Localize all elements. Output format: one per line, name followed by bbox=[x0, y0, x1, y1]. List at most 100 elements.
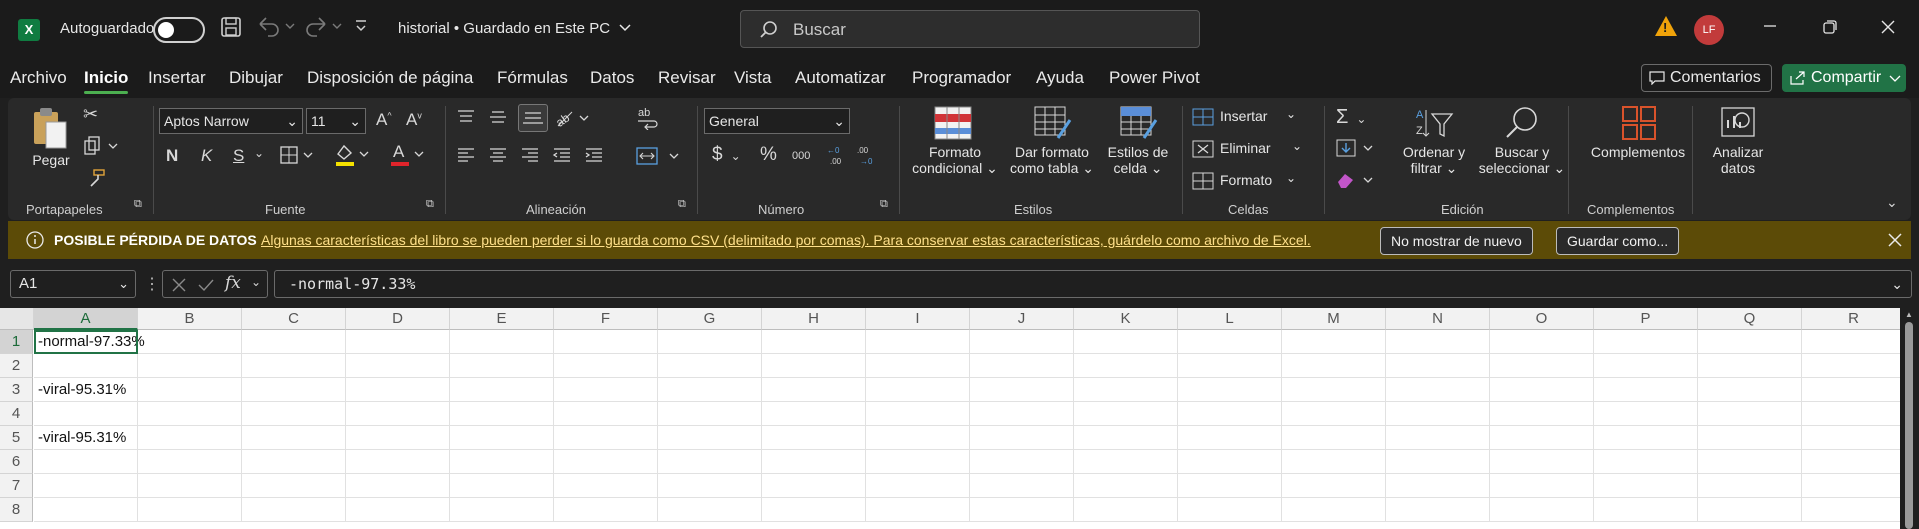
menu-ayuda[interactable]: Ayuda bbox=[1036, 68, 1084, 88]
cell-g1[interactable] bbox=[658, 330, 762, 354]
cell-a2[interactable] bbox=[34, 354, 138, 378]
dont-show-again-button[interactable]: No mostrar de nuevo bbox=[1380, 227, 1533, 255]
cell-f8[interactable] bbox=[554, 498, 658, 522]
cancel-icon[interactable] bbox=[171, 277, 187, 293]
cell-h4[interactable] bbox=[762, 402, 866, 426]
menu-vista[interactable]: Vista bbox=[734, 68, 772, 88]
autosum-icon[interactable]: Σ ⌄ bbox=[1336, 106, 1366, 129]
menu-datos[interactable]: Datos bbox=[590, 68, 634, 88]
column-header-a[interactable]: A bbox=[34, 308, 138, 330]
cell-j1[interactable] bbox=[970, 330, 1074, 354]
autosave-toggle[interactable] bbox=[153, 17, 205, 43]
cell-e2[interactable] bbox=[450, 354, 554, 378]
column-header-q[interactable]: Q bbox=[1698, 308, 1802, 330]
cell-r3[interactable] bbox=[1802, 378, 1906, 402]
cell-f6[interactable] bbox=[554, 450, 658, 474]
cell-r7[interactable] bbox=[1802, 474, 1906, 498]
menu-automatizar[interactable]: Automatizar bbox=[795, 68, 886, 88]
scrollbar-thumb[interactable] bbox=[1905, 322, 1913, 529]
cell-c1[interactable] bbox=[242, 330, 346, 354]
cell-m2[interactable] bbox=[1282, 354, 1386, 378]
name-box[interactable]: A1 ⌄ bbox=[10, 270, 136, 298]
search-box[interactable]: Buscar bbox=[740, 10, 1200, 48]
cell-k6[interactable] bbox=[1074, 450, 1178, 474]
cell-d8[interactable] bbox=[346, 498, 450, 522]
cell-p6[interactable] bbox=[1594, 450, 1698, 474]
cell-r5[interactable] bbox=[1802, 426, 1906, 450]
menu-power-pivot[interactable]: Power Pivot bbox=[1109, 68, 1200, 88]
currency-icon[interactable]: $ ⌄ bbox=[712, 144, 741, 166]
cut-icon[interactable]: ✂ bbox=[83, 104, 98, 125]
cell-b6[interactable] bbox=[138, 450, 242, 474]
column-header-k[interactable]: K bbox=[1074, 308, 1178, 330]
align-right-icon[interactable] bbox=[520, 146, 540, 169]
cell-r2[interactable] bbox=[1802, 354, 1906, 378]
cell-i3[interactable] bbox=[866, 378, 970, 402]
cell-g6[interactable] bbox=[658, 450, 762, 474]
cell-e5[interactable] bbox=[450, 426, 554, 450]
cell-m3[interactable] bbox=[1282, 378, 1386, 402]
cell-j7[interactable] bbox=[970, 474, 1074, 498]
cell-b4[interactable] bbox=[138, 402, 242, 426]
cell-h5[interactable] bbox=[762, 426, 866, 450]
cell-r6[interactable] bbox=[1802, 450, 1906, 474]
copy-icon[interactable] bbox=[83, 136, 119, 161]
cell-i4[interactable] bbox=[866, 402, 970, 426]
warning-icon[interactable]: ! bbox=[1655, 16, 1677, 36]
cell-e8[interactable] bbox=[450, 498, 554, 522]
analyze-data-button[interactable]: Analizar datos bbox=[1698, 106, 1778, 176]
cell-d6[interactable] bbox=[346, 450, 450, 474]
cell-p2[interactable] bbox=[1594, 354, 1698, 378]
menu-dibujar[interactable]: Dibujar bbox=[229, 68, 283, 88]
cell-i6[interactable] bbox=[866, 450, 970, 474]
row-header-1[interactable]: 1 bbox=[0, 330, 33, 354]
row-header-6[interactable]: 6 bbox=[0, 450, 33, 474]
cell-c7[interactable] bbox=[242, 474, 346, 498]
find-select-button[interactable]: Buscar y seleccionar ⌄ bbox=[1478, 106, 1566, 176]
cell-h2[interactable] bbox=[762, 354, 866, 378]
cell-m1[interactable] bbox=[1282, 330, 1386, 354]
cell-k2[interactable] bbox=[1074, 354, 1178, 378]
cell-p7[interactable] bbox=[1594, 474, 1698, 498]
cell-m6[interactable] bbox=[1282, 450, 1386, 474]
cell-b7[interactable] bbox=[138, 474, 242, 498]
cell-k1[interactable] bbox=[1074, 330, 1178, 354]
cell-q4[interactable] bbox=[1698, 402, 1802, 426]
column-header-l[interactable]: L bbox=[1178, 308, 1282, 330]
cell-m5[interactable] bbox=[1282, 426, 1386, 450]
cell-b5[interactable] bbox=[138, 426, 242, 450]
cell-o1[interactable] bbox=[1490, 330, 1594, 354]
column-header-f[interactable]: F bbox=[554, 308, 658, 330]
cell-h1[interactable] bbox=[762, 330, 866, 354]
row-header-3[interactable]: 3 bbox=[0, 378, 33, 402]
cell-f4[interactable] bbox=[554, 402, 658, 426]
cell-p3[interactable] bbox=[1594, 378, 1698, 402]
cell-p1[interactable] bbox=[1594, 330, 1698, 354]
cell-k4[interactable] bbox=[1074, 402, 1178, 426]
dialog-launcher-icon[interactable]: ⧉ bbox=[678, 198, 686, 211]
decrease-decimal-icon[interactable]: .00 →0 bbox=[856, 144, 880, 171]
cell-c6[interactable] bbox=[242, 450, 346, 474]
select-all-corner[interactable] bbox=[0, 308, 34, 330]
cell-a7[interactable] bbox=[34, 474, 138, 498]
cell-f2[interactable] bbox=[554, 354, 658, 378]
customize-toolbar-icon[interactable] bbox=[354, 18, 368, 39]
row-header-8[interactable]: 8 bbox=[0, 498, 33, 522]
chevron-down-icon[interactable]: ⌄ bbox=[254, 146, 264, 160]
cell-r8[interactable] bbox=[1802, 498, 1906, 522]
cell-j8[interactable] bbox=[970, 498, 1074, 522]
cell-l8[interactable] bbox=[1178, 498, 1282, 522]
cell-p8[interactable] bbox=[1594, 498, 1698, 522]
cell-l2[interactable] bbox=[1178, 354, 1282, 378]
cell-f3[interactable] bbox=[554, 378, 658, 402]
cell-l5[interactable] bbox=[1178, 426, 1282, 450]
bold-button[interactable]: N bbox=[166, 146, 178, 166]
dialog-launcher-icon[interactable]: ⧉ bbox=[426, 198, 434, 211]
cell-d7[interactable] bbox=[346, 474, 450, 498]
menu-insertar[interactable]: Insertar bbox=[148, 68, 206, 88]
cell-j4[interactable] bbox=[970, 402, 1074, 426]
cell-n3[interactable] bbox=[1386, 378, 1490, 402]
cell-r1[interactable] bbox=[1802, 330, 1906, 354]
addins-button[interactable]: Complementos bbox=[1578, 106, 1698, 160]
column-header-r[interactable]: R bbox=[1802, 308, 1906, 330]
